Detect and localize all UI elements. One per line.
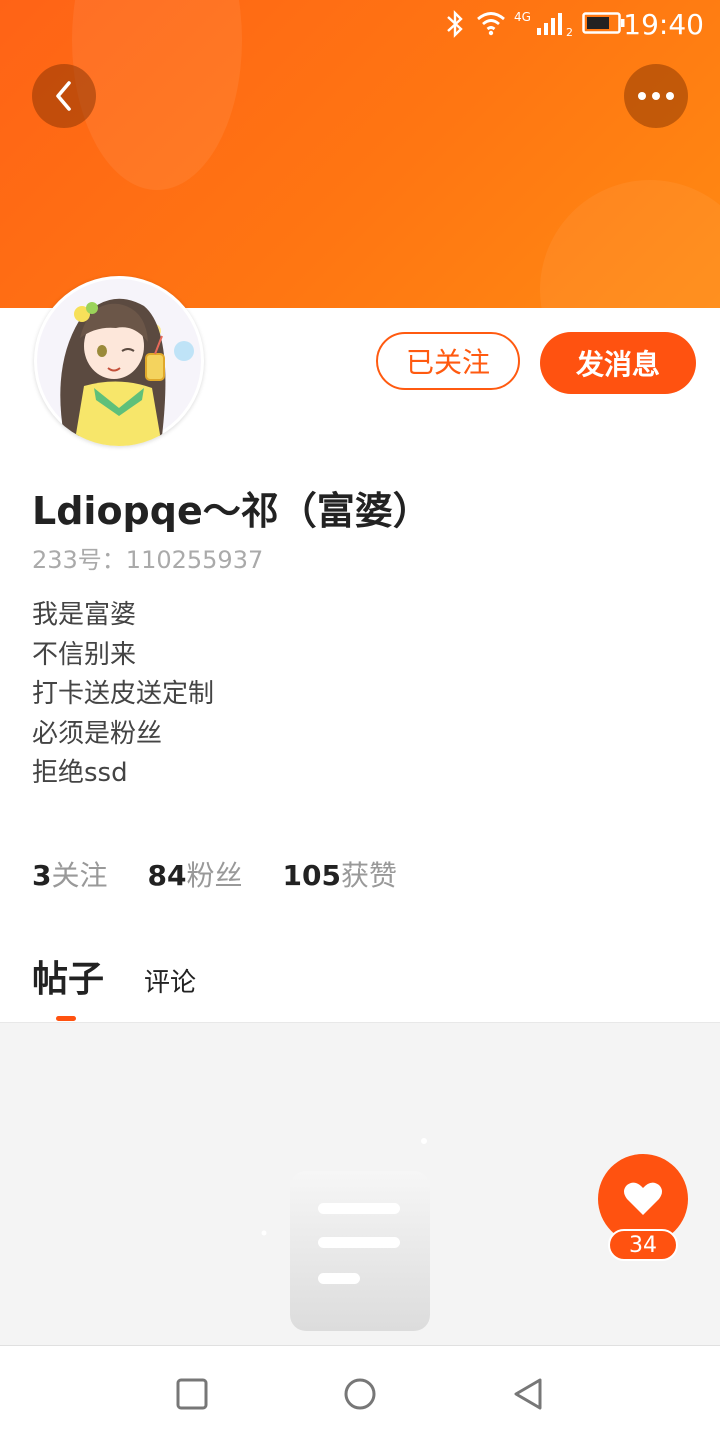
back-icon[interactable]: [508, 1374, 548, 1414]
avatar-image: [37, 279, 201, 446]
battery-icon: [582, 12, 625, 34]
followed-button[interactable]: 已关注: [376, 332, 520, 390]
system-navigation-bar: [0, 1345, 720, 1441]
profile-header-banner: 4G 2 19:40: [0, 0, 720, 308]
status-time: 19:40: [623, 8, 704, 41]
user-avatar[interactable]: [34, 276, 204, 446]
chevron-left-icon: [56, 81, 71, 111]
recent-apps-icon[interactable]: [172, 1374, 212, 1414]
profile-uid: 233号：110255937: [32, 546, 264, 574]
home-icon[interactable]: [340, 1374, 380, 1414]
like-count-badge: 34: [608, 1229, 678, 1261]
status-bar: 4G 2 19:40: [0, 0, 720, 50]
following-count: 3: [32, 859, 52, 892]
following-label: 关注: [51, 859, 108, 892]
network-type-label: 4G: [514, 10, 531, 24]
tab-posts[interactable]: 帖子: [32, 950, 104, 1002]
bio-line: 我是富婆: [32, 600, 137, 630]
bio-line: 不信别来: [32, 639, 137, 670]
tab-comments[interactable]: 评论: [144, 962, 196, 999]
likes-count: 105: [282, 859, 341, 892]
empty-document-icon: [261, 1138, 430, 1331]
banner-decoration: [540, 180, 720, 308]
stat-likes: 105 获赞: [282, 854, 396, 894]
profile-stats: 3 关注 84 粉丝 105 获赞: [32, 854, 437, 894]
more-dots-icon: [638, 92, 674, 100]
sim-slot-label: 2: [566, 26, 573, 39]
fans-count: 84: [147, 859, 187, 892]
more-options-button[interactable]: [624, 64, 688, 128]
send-message-button[interactable]: 发消息: [540, 332, 696, 394]
stat-following[interactable]: 3 关注: [32, 854, 108, 894]
bluetooth-icon: [447, 10, 463, 38]
profile-username: Ldiopqe～祁（富婆）: [32, 489, 431, 533]
likes-label: 获赞: [340, 859, 397, 892]
bio-line: 打卡送皮送定制: [32, 679, 215, 709]
bio-line: 拒绝ssd: [32, 758, 128, 788]
signal-icon: [537, 13, 562, 35]
back-button[interactable]: [32, 64, 96, 128]
profile-tabs: 帖子 评论: [32, 950, 196, 1002]
profile-bio: 我是富婆 不信别来 打卡送皮送定制 必须是粉丝 拒绝ssd: [32, 596, 214, 794]
fans-label: 粉丝: [186, 859, 243, 892]
wifi-icon: [477, 12, 505, 36]
heart-icon: [624, 1182, 662, 1215]
active-tab-indicator: [56, 1016, 76, 1021]
stat-fans[interactable]: 84 粉丝: [148, 854, 243, 894]
bio-line: 必须是粉丝: [32, 718, 163, 749]
